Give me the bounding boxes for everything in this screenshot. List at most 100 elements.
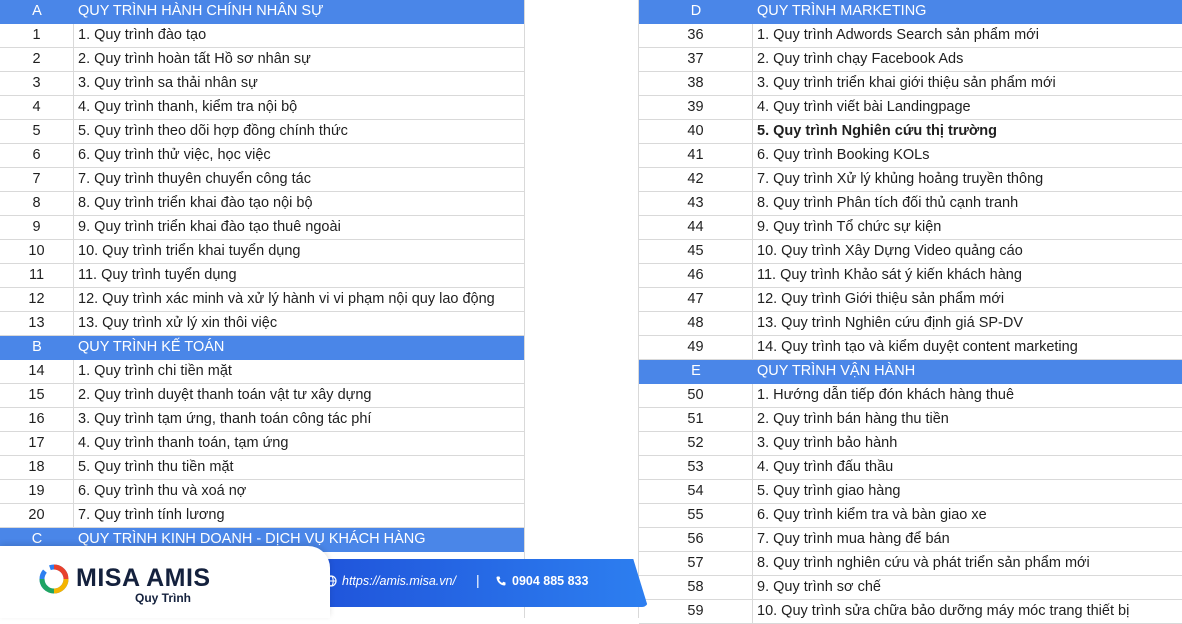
row-number: 10 xyxy=(0,240,74,263)
table-row[interactable]: 37 2. Quy trình chạy Facebook Ads xyxy=(639,48,1182,72)
row-number: 45 xyxy=(639,240,753,263)
table-row[interactable]: 19 6. Quy trình thu và xoá nợ xyxy=(0,480,524,504)
table-row[interactable]: 36 1. Quy trình Adwords Search sản phẩm m… xyxy=(639,24,1182,48)
table-row[interactable]: 5 5. Quy trình theo dõi hợp đồng chính th… xyxy=(0,120,524,144)
process-name: 9. Quy trình Tổ chức sự kiện xyxy=(757,219,942,235)
table-row[interactable]: 17 4. Quy trình thanh toán, tạm ứng xyxy=(0,432,524,456)
process-name: 5. Quy trình theo dõi hợp đồng chính thứ… xyxy=(78,123,348,139)
process-name: 6. Quy trình kiểm tra và bàn giao xe xyxy=(757,507,987,523)
table-row[interactable]: 44 9. Quy trình Tổ chức sự kiện xyxy=(639,216,1182,240)
table-row[interactable]: 53 4. Quy trình đấu thầu xyxy=(639,456,1182,480)
section-title: QUY TRÌNH HÀNH CHÍNH NHÂN SỰ xyxy=(78,3,324,19)
table-row[interactable]: 16 3. Quy trình tạm ứng, thanh toán công … xyxy=(0,408,524,432)
table-row[interactable]: 41 6. Quy trình Booking KOLs xyxy=(639,144,1182,168)
process-name: 6. Quy trình Booking KOLs xyxy=(757,147,930,163)
globe-icon xyxy=(325,575,337,587)
row-number: 56 xyxy=(639,528,753,551)
table-row[interactable]: 45 10. Quy trình Xây Dựng Video quảng cáo xyxy=(639,240,1182,264)
section-header[interactable]: A QUY TRÌNH HÀNH CHÍNH NHÂN SỰ xyxy=(0,0,524,24)
table-row[interactable]: 39 4. Quy trình viết bài Landingpage xyxy=(639,96,1182,120)
row-number: 51 xyxy=(639,408,753,431)
section-code: E xyxy=(691,363,701,379)
process-name: 2. Quy trình hoàn tất Hồ sơ nhân sự xyxy=(78,51,311,67)
section-header[interactable]: D QUY TRÌNH MARKETING xyxy=(639,0,1182,24)
row-number: 11 xyxy=(0,264,74,287)
process-name: 13. Quy trình xử lý xin thôi việc xyxy=(78,315,278,331)
table-row[interactable]: 10 10. Quy trình triển khai tuyển dụng xyxy=(0,240,524,264)
row-number: 4 xyxy=(0,96,74,119)
table-row[interactable]: 50 1. Hướng dẫn tiếp đón khách hàng thuê xyxy=(639,384,1182,408)
process-name: 1. Quy trình chi tiền mặt xyxy=(78,363,232,379)
table-row[interactable]: 3 3. Quy trình sa thải nhân sự xyxy=(0,72,524,96)
phone-contact[interactable]: 0904 885 833 xyxy=(495,574,588,588)
section-header[interactable]: E QUY TRÌNH VẬN HÀNH xyxy=(639,360,1182,384)
row-number: 52 xyxy=(639,432,753,455)
table-row[interactable]: 6 6. Quy trình thử việc, học việc xyxy=(0,144,524,168)
row-number: 5 xyxy=(0,120,74,143)
website-link[interactable]: https://amis.misa.vn/ xyxy=(325,574,456,588)
process-name: 2. Quy trình bán hàng thu tiền xyxy=(757,411,949,427)
table-row[interactable]: 49 14. Quy trình tạo và kiểm duyệt conten… xyxy=(639,336,1182,360)
section-header[interactable]: B QUY TRÌNH KẾ TOÁN xyxy=(0,336,524,360)
process-name: 8. Quy trình Phân tích đối thủ cạnh tran… xyxy=(757,195,1019,211)
table-row[interactable]: 12 12. Quy trình xác minh và xử lý hành v… xyxy=(0,288,524,312)
row-number: 40 xyxy=(639,120,753,143)
process-name: 6. Quy trình thu và xoá nợ xyxy=(78,483,247,499)
table-row[interactable]: 8 8. Quy trình triển khai đào tạo nội bộ xyxy=(0,192,524,216)
table-row[interactable]: 46 11. Quy trình Khảo sát ý kiến khách hà… xyxy=(639,264,1182,288)
row-number: 39 xyxy=(639,96,753,119)
process-name: 13. Quy trình Nghiên cứu định giá SP-DV xyxy=(757,315,1024,331)
row-number: 2 xyxy=(0,48,74,71)
row-number: 15 xyxy=(0,384,74,407)
process-name: 9. Quy trình sơ chế xyxy=(757,579,881,595)
table-row[interactable]: 54 5. Quy trình giao hàng xyxy=(639,480,1182,504)
process-name: 4. Quy trình thanh toán, tạm ứng xyxy=(78,435,289,451)
table-row[interactable]: 58 9. Quy trình sơ chế xyxy=(639,576,1182,600)
process-name: 2. Quy trình chạy Facebook Ads xyxy=(757,51,964,67)
table-row[interactable]: 42 7. Quy trình Xử lý khủng hoảng truyền … xyxy=(639,168,1182,192)
table-row[interactable]: 56 7. Quy trình mua hàng để bán xyxy=(639,528,1182,552)
table-row[interactable]: 43 8. Quy trình Phân tích đối thủ cạnh tr… xyxy=(639,192,1182,216)
process-name: 5. Quy trình giao hàng xyxy=(757,483,901,499)
phone-text: 0904 885 833 xyxy=(512,574,589,588)
table-row[interactable]: 40 5. Quy trình Nghiên cứu thị trường xyxy=(639,120,1182,144)
row-number: 8 xyxy=(0,192,74,215)
table-row[interactable]: 51 2. Quy trình bán hàng thu tiền xyxy=(639,408,1182,432)
brand-logo-text: MISA AMIS xyxy=(76,564,211,592)
table-row[interactable]: 18 5. Quy trình thu tiền mặt xyxy=(0,456,524,480)
right-sheet-table: D QUY TRÌNH MARKETING 36 1. Quy trình Adwor… xyxy=(639,0,1182,624)
table-row[interactable]: 1 1. Quy trình đào tạo xyxy=(0,24,524,48)
process-name: 1. Quy trình Adwords Search sản phẩm mới xyxy=(757,27,1039,43)
section-title: QUY TRÌNH KẾ TOÁN xyxy=(78,339,225,355)
table-row[interactable]: 20 7. Quy trình tính lương xyxy=(0,504,524,528)
row-number: 13 xyxy=(0,312,74,335)
row-number: 43 xyxy=(639,192,753,215)
table-row[interactable]: 14 1. Quy trình chi tiền mặt xyxy=(0,360,524,384)
contact-separator: | xyxy=(476,572,480,588)
process-name: 3. Quy trình sa thải nhân sự xyxy=(78,75,258,91)
table-row[interactable]: 47 12. Quy trình Giới thiệu sản phẩm mới xyxy=(639,288,1182,312)
table-row[interactable]: 52 3. Quy trình bảo hành xyxy=(639,432,1182,456)
table-row[interactable]: 55 6. Quy trình kiểm tra và bàn giao xe xyxy=(639,504,1182,528)
process-name: 7. Quy trình thuyên chuyển công tác xyxy=(78,171,311,187)
table-row[interactable]: 4 4. Quy trình thanh, kiểm tra nội bộ xyxy=(0,96,524,120)
table-row[interactable]: 7 7. Quy trình thuyên chuyển công tác xyxy=(0,168,524,192)
row-number: 55 xyxy=(639,504,753,527)
process-name: 11. Quy trình tuyển dụng xyxy=(78,267,237,283)
table-row[interactable]: 11 11. Quy trình tuyển dụng xyxy=(0,264,524,288)
process-name: 9. Quy trình triển khai đào tạo thuê ngo… xyxy=(78,219,341,235)
process-name: 12. Quy trình xác minh và xử lý hành vi … xyxy=(78,291,495,307)
table-row[interactable]: 2 2. Quy trình hoàn tất Hồ sơ nhân sự xyxy=(0,48,524,72)
table-row[interactable]: 13 13. Quy trình xử lý xin thôi việc xyxy=(0,312,524,336)
table-row[interactable]: 59 10. Quy trình sửa chữa bảo dưỡng máy m… xyxy=(639,600,1182,624)
row-number: 46 xyxy=(639,264,753,287)
table-row[interactable]: 57 8. Quy trình nghiên cứu và phát triển … xyxy=(639,552,1182,576)
table-row[interactable]: 9 9. Quy trình triển khai đào tạo thuê ng… xyxy=(0,216,524,240)
row-number: 41 xyxy=(639,144,753,167)
table-row[interactable]: 15 2. Quy trình duyệt thanh toán vật tư x… xyxy=(0,384,524,408)
row-number: 38 xyxy=(639,72,753,95)
table-row[interactable]: 38 3. Quy trình triển khai giới thiệu sản… xyxy=(639,72,1182,96)
row-number: 20 xyxy=(0,504,74,527)
row-number: 53 xyxy=(639,456,753,479)
table-row[interactable]: 48 13. Quy trình Nghiên cứu định giá SP-D… xyxy=(639,312,1182,336)
